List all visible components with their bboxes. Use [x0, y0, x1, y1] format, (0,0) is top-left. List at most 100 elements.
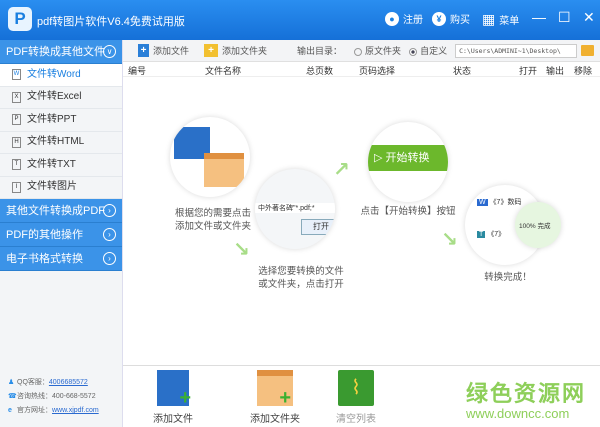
sidebar-item-html[interactable]: H 文件转HTML [0, 132, 122, 154]
phone-icon: ☎ [8, 393, 17, 400]
window-title: pdf转图片软件V6.4免费试用版 [37, 16, 185, 28]
section-label: 电子书格式转换 [6, 253, 83, 265]
radio-custom[interactable]: 自定义 [409, 44, 447, 57]
grid-icon: ▦ [482, 11, 496, 27]
dialog-filename: 中外著名碑"*.pdf;* [255, 203, 335, 213]
arrow-icon: ↗ [333, 159, 350, 181]
watermark-url: www.downcc.com [466, 406, 570, 421]
arrow-icon: ↘ [441, 229, 458, 251]
menu-label: 菜单 [499, 16, 520, 27]
col-index: 编号 [128, 66, 147, 76]
qq-icon: ♟ [8, 379, 15, 386]
maximize-button[interactable]: ☐ [558, 9, 571, 26]
yen-icon: ¥ [432, 11, 446, 26]
qq-link[interactable]: 4006685572 [49, 379, 88, 386]
buy-label: 购买 [450, 15, 470, 26]
clear-list-button[interactable]: ⌇ 清空列表 [326, 370, 386, 425]
contact-info: ♟ QQ客服：4006685572 ☎咨询热线：400-668-5572 e 官方网… [8, 376, 99, 418]
radio-label: 原文件夹 [365, 46, 402, 56]
output-dir-label: 输出目录： [297, 46, 343, 56]
output-path-input[interactable]: C:\Users\ADMINI~1\Desktop\ [455, 43, 578, 58]
user-icon: ● [385, 11, 399, 26]
sidebar-item-image[interactable]: I 文件转图片 [0, 177, 122, 199]
chevron-right-icon: › [103, 204, 116, 217]
clear-list-label: 清空列表 [336, 414, 376, 425]
done-label: 完成 [537, 223, 551, 230]
sidebar-item-word[interactable]: W 文件转Word [0, 64, 122, 87]
item-label: 文件转Word [27, 68, 81, 80]
toolbar: + 添加文件 + 添加文件夹 输出目录： 原文件夹 自定义 C:\Users\ADM… [123, 40, 600, 62]
radio-label: 自定义 [420, 46, 448, 56]
bottom-toolbar: + 添加文件 + 添加文件夹 ⌇ 清空列表 绿色资源网 www.downcc.com [123, 365, 600, 427]
watermark-logo: 绿色资源网 [466, 381, 587, 406]
add-folder-label: 添加文件夹 [222, 46, 268, 56]
sidebar-item-ppt[interactable]: P 文件转PPT [0, 109, 122, 132]
chevron-down-icon: ∨ [103, 45, 116, 58]
txt-icon: T [477, 231, 486, 238]
step4-caption: 转换完成！ [484, 272, 532, 283]
register-button[interactable]: ● 注册 [385, 11, 423, 26]
site-link[interactable]: www.xjpdf.com [52, 407, 99, 414]
guide-area: 根据您的需要点击 添加文件或文件夹 ↘ 中外著名碑"*.pdf;* 打开 选择您… [123, 77, 600, 365]
progress-bubble: 100% 完成 [515, 202, 561, 248]
radio-circle [409, 47, 418, 56]
ie-icon: e [8, 407, 12, 414]
result-row-1: W 《7》数码 [477, 197, 521, 207]
register-label: 注册 [403, 15, 423, 26]
col-open: 打开 [519, 66, 538, 76]
sidebar: PDF转换成其他文件 ∨ W 文件转Word X 文件转Excel P 文件转PPT H… [0, 40, 123, 427]
section-label: PDF转换成其他文件 [6, 46, 105, 58]
excel-file-icon: X [12, 91, 21, 103]
add-file-button[interactable]: + 添加文件 [138, 44, 189, 57]
step3-caption: 点击【开始转换】按钮 [360, 206, 456, 217]
arrow-icon: ↘ [233, 239, 250, 261]
txt-file-icon: T [12, 159, 21, 171]
add-folder-icon: + [204, 44, 219, 57]
col-remove: 移除 [574, 66, 593, 76]
step2-caption: 选择您要转换的文件 或文件夹，点击打开 [258, 266, 344, 290]
col-page-select: 页码选择 [359, 66, 396, 76]
bottom-add-folder-label: 添加文件夹 [250, 414, 300, 425]
html-file-icon: H [12, 136, 21, 148]
broom-icon: ⌇ [338, 370, 374, 406]
close-button[interactable]: ✕ [583, 9, 595, 26]
add-file-label: 添加文件 [153, 46, 190, 56]
site-label: 官方网址： [17, 407, 52, 414]
phone-number: 400-668-5572 [52, 393, 96, 400]
radio-circle [354, 47, 363, 56]
phone-label: 咨询热线： [17, 393, 52, 400]
minimize-button[interactable]: — [532, 9, 546, 25]
section-pdf-to-other[interactable]: PDF转换成其他文件 ∨ [0, 40, 122, 64]
section-pdf-operations[interactable]: PDF的其他操作 › [0, 223, 122, 247]
radio-original-folder[interactable]: 原文件夹 [354, 44, 401, 57]
bottom-add-folder-button[interactable]: + 添加文件夹 [245, 370, 305, 425]
menu-button[interactable]: ▦ 菜单 [482, 11, 519, 28]
section-ebook-convert[interactable]: 电子书格式转换 › [0, 247, 122, 271]
image-file-icon: I [12, 181, 21, 193]
add-file-icon: + [157, 370, 191, 409]
buy-button[interactable]: ¥ 购买 [432, 11, 470, 26]
add-folder-button[interactable]: + 添加文件夹 [204, 44, 267, 57]
dialog-open-button: 打开 [301, 219, 335, 235]
result1-label: 《7》数码 [489, 199, 522, 206]
item-label: 文件转HTML [27, 136, 85, 147]
play-icon: ▷ [374, 152, 386, 164]
col-status: 状态 [453, 66, 472, 76]
bottom-add-file-button[interactable]: + 添加文件 [143, 370, 203, 425]
bottom-add-file-label: 添加文件 [153, 414, 193, 425]
item-label: 文件转PPT [27, 113, 77, 125]
item-label: 文件转图片 [27, 181, 77, 192]
browse-folder-icon[interactable] [581, 45, 595, 56]
start-convert-sample: ▷ 开始转换 [368, 145, 448, 171]
section-other-to-pdf[interactable]: 其他文件转换成PDF › [0, 199, 122, 223]
chevron-right-icon: › [103, 252, 116, 265]
col-pages: 总页数 [306, 66, 334, 76]
ppt-file-icon: P [12, 114, 21, 126]
step1-caption: 根据您的需要点击 添加文件或文件夹 [174, 208, 251, 232]
section-label: PDF的其他操作 [6, 229, 83, 241]
col-output: 输出 [546, 66, 565, 76]
sidebar-item-excel[interactable]: X 文件转Excel [0, 87, 122, 109]
sidebar-item-txt[interactable]: T 文件转TXT [0, 154, 122, 177]
col-filename: 文件名称 [205, 66, 242, 76]
item-label: 文件转Excel [27, 91, 82, 102]
